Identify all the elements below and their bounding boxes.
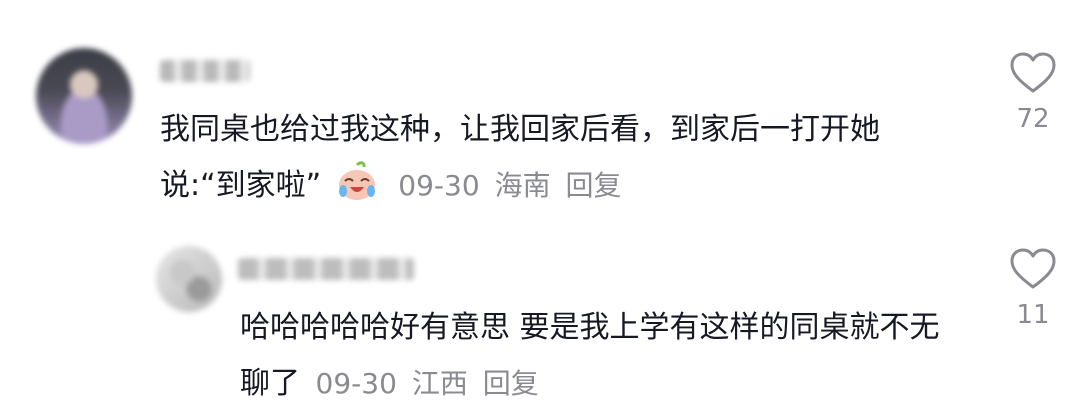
reply-location: 江西 (411, 367, 468, 400)
crying-laughing-emoji-icon (338, 161, 375, 200)
like-count: 72 (1016, 104, 1050, 134)
comment-date: 09-30 (398, 169, 480, 202)
heart-outline-icon (1010, 248, 1056, 289)
comment-text: 我同桌也给过我这种，让我回家后看，到家后一打开她说:“到家啦” 09-30 海南… (160, 102, 960, 214)
reply-reply-button[interactable]: 回复 (483, 367, 539, 400)
reply-username[interactable] (238, 258, 414, 280)
reply-date: 09-30 (315, 367, 397, 400)
reply-like-count: 11 (1016, 300, 1050, 330)
username[interactable] (160, 60, 250, 82)
reply-button[interactable]: 回复 (566, 169, 622, 202)
reply-meta: 09-30 江西 回复 (316, 367, 545, 400)
reply-like-button[interactable]: 11 (998, 248, 1068, 330)
comment-meta: 09-30 海南 回复 (398, 169, 627, 202)
heart-outline-icon (1010, 52, 1056, 93)
reply-text: 哈哈哈哈哈好有意思 要是我上学有这样的同桌就不无聊了 09-30 江西 回复 (240, 300, 960, 412)
like-button[interactable]: 72 (998, 52, 1068, 134)
comment-location: 海南 (494, 169, 551, 202)
avatar[interactable] (36, 48, 132, 144)
reply-avatar[interactable] (156, 246, 222, 312)
